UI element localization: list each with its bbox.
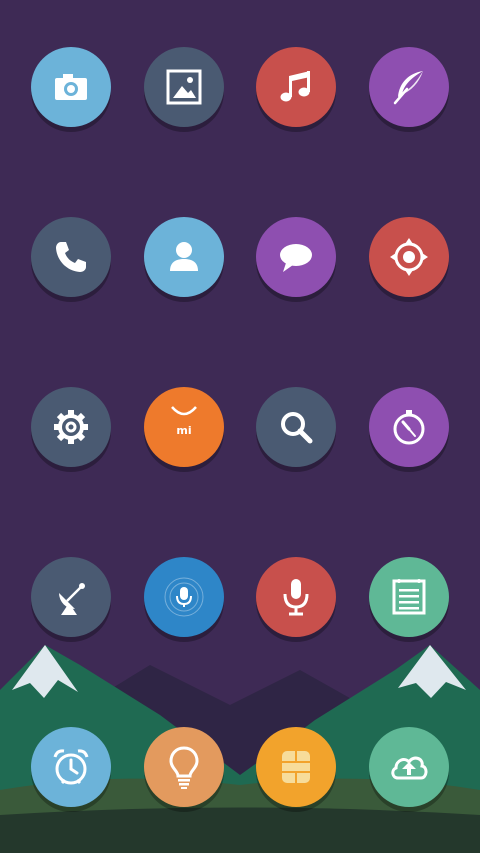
- wallpaper-foreground: [0, 807, 480, 853]
- lightbulb-icon: [169, 746, 199, 789]
- satellite-icon: [59, 583, 85, 615]
- music-app-icon[interactable]: [256, 47, 336, 127]
- music-icon: [280, 71, 310, 102]
- contacts-app-icon[interactable]: [144, 217, 224, 297]
- clock-app-icon[interactable]: [31, 727, 111, 807]
- recorder-app-icon[interactable]: [256, 557, 336, 637]
- notes-app-icon[interactable]: [369, 557, 449, 637]
- gallery-app-icon[interactable]: [144, 47, 224, 127]
- settings-icon: [54, 410, 88, 444]
- sim-toolkit-app-icon[interactable]: [256, 727, 336, 807]
- notes-feather-app-icon[interactable]: [369, 47, 449, 127]
- mi-store-app-icon[interactable]: mi: [144, 387, 224, 467]
- cloud-upload-icon: [391, 756, 428, 780]
- cloud-backup-app-icon[interactable]: [369, 727, 449, 807]
- notes-icon: [392, 579, 426, 615]
- target-app-icon[interactable]: [369, 217, 449, 297]
- satellite-app-icon[interactable]: [31, 557, 111, 637]
- mi-store-label: mi: [176, 424, 191, 437]
- messages-app-icon[interactable]: [256, 217, 336, 297]
- camera-app-icon[interactable]: [31, 47, 111, 127]
- voice-assistant-icon: [164, 577, 204, 617]
- phone-icon: [56, 242, 86, 272]
- compass-icon: [393, 410, 425, 445]
- sim-card-icon: [282, 751, 310, 783]
- feather-icon: [393, 71, 423, 105]
- microphone-icon: [283, 579, 309, 616]
- search-icon: [281, 412, 313, 444]
- alarm-clock-icon: [53, 749, 89, 785]
- tips-app-icon[interactable]: [144, 727, 224, 807]
- phone-app-icon[interactable]: [31, 217, 111, 297]
- gallery-icon: [166, 69, 202, 105]
- camera-icon: [55, 74, 87, 100]
- settings-app-icon[interactable]: [31, 387, 111, 467]
- target-icon: [390, 238, 428, 276]
- mi-store-icon: mi: [171, 406, 197, 437]
- compass-app-icon[interactable]: [369, 387, 449, 467]
- voice-assistant-app-icon[interactable]: [144, 557, 224, 637]
- search-app-icon[interactable]: [256, 387, 336, 467]
- messages-icon: [280, 244, 312, 272]
- contacts-icon: [170, 242, 198, 271]
